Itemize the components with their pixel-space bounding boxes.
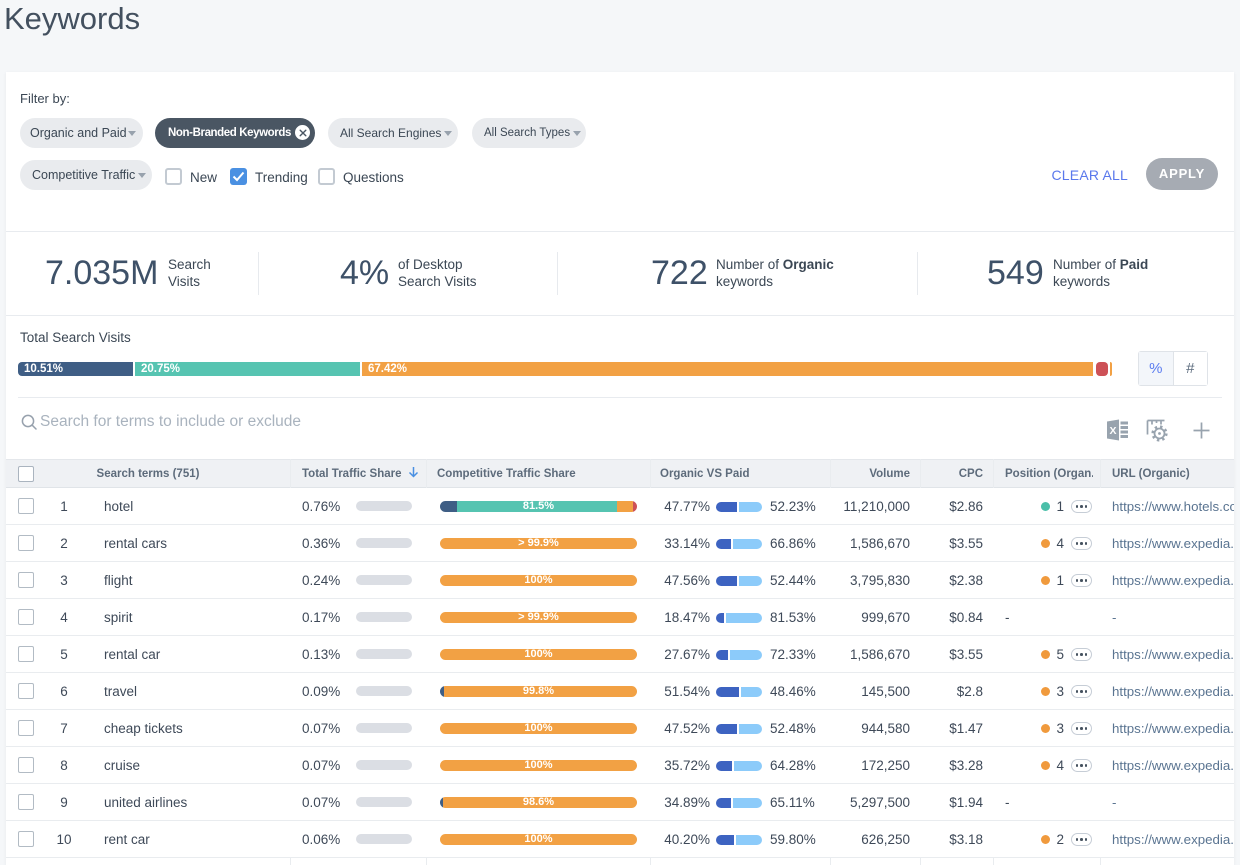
svg-text:X: X [1109, 425, 1116, 437]
